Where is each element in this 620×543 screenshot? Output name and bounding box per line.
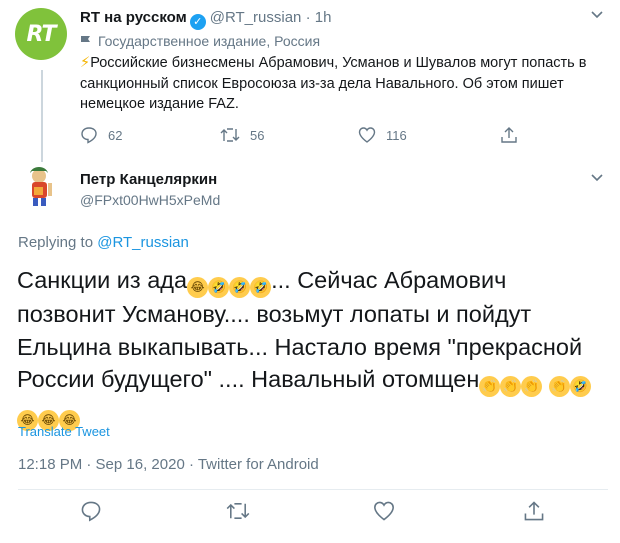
rofl-emoji-icon: 🤣 bbox=[250, 277, 272, 298]
tweet-actions: 62 56 116 bbox=[80, 126, 520, 146]
state-media-label[interactable]: Государственное издание, Россия bbox=[80, 31, 320, 51]
share-icon bbox=[501, 127, 517, 143]
chevron-down-icon[interactable] bbox=[590, 8, 604, 22]
clapping-emoji-icon: 👏 bbox=[548, 376, 570, 397]
reply-icon bbox=[81, 501, 101, 522]
reply-actions bbox=[18, 500, 578, 530]
like-button[interactable] bbox=[373, 500, 395, 522]
replying-to: Replying to @RT_russian bbox=[18, 234, 189, 251]
retweet-count: 56 bbox=[250, 127, 265, 143]
divider bbox=[18, 489, 608, 490]
rt-avatar-logo: RT bbox=[26, 21, 57, 47]
share-button[interactable] bbox=[523, 500, 545, 522]
author-name[interactable]: RT на русском bbox=[80, 9, 187, 26]
chevron-down-icon[interactable] bbox=[590, 171, 604, 185]
retweet-icon bbox=[220, 128, 240, 142]
tweet-timestamp[interactable]: 12:18 PM · Sep 16, 2020 · Twitter for An… bbox=[18, 456, 319, 473]
rofl-emoji-icon: 🤣 bbox=[229, 277, 251, 298]
reply-button[interactable]: 62 bbox=[80, 126, 122, 144]
state-media-text: Государственное издание, Россия bbox=[98, 33, 321, 49]
reply-count: 62 bbox=[108, 127, 123, 143]
tweet-time[interactable]: · 1h bbox=[306, 9, 332, 26]
reply-icon bbox=[81, 127, 97, 144]
rofl-emoji-icon: 🤣 bbox=[569, 376, 591, 397]
rofl-emoji-icon: 🤣 bbox=[208, 277, 230, 298]
share-button[interactable] bbox=[500, 126, 518, 144]
translate-tweet-link[interactable]: Translate Tweet bbox=[18, 424, 110, 439]
retweet-button[interactable] bbox=[226, 500, 250, 522]
reply-text: Санкции из ада 😂 🤣 🤣 🤣... Сейчас Абрамович п… bbox=[17, 264, 607, 431]
like-button[interactable]: 116 bbox=[358, 126, 407, 144]
clapping-emoji-icon: 👏 bbox=[479, 376, 501, 397]
author-handle[interactable]: @RT_russian bbox=[210, 9, 302, 26]
verified-icon: ✓ bbox=[189, 14, 206, 30]
crying-laughing-emoji-icon: 😂 bbox=[187, 277, 209, 298]
clapping-emoji-icon: 👏 bbox=[500, 376, 522, 397]
retweet-button[interactable]: 56 bbox=[220, 126, 264, 144]
tweet-header: RT на русском ✓ @RT_russian · 1h bbox=[80, 8, 331, 30]
reply-author-name[interactable]: Петр Канцеляркин bbox=[80, 171, 217, 188]
replying-to-link[interactable]: @RT_russian bbox=[97, 234, 189, 251]
heart-icon bbox=[374, 501, 394, 521]
retweet-icon bbox=[226, 503, 250, 519]
reply-author-handle[interactable]: @FPxt00HwH5xPeMd bbox=[80, 192, 220, 208]
clapping-emoji-icon: 👏 bbox=[521, 376, 543, 397]
avatar[interactable] bbox=[18, 163, 64, 209]
rt-avatar[interactable]: RT bbox=[15, 8, 67, 60]
tweet-text: ⚡Российские бизнесмены Абрамович, Усмано… bbox=[80, 55, 587, 112]
lightning-icon: ⚡ bbox=[80, 55, 91, 71]
flag-icon bbox=[80, 33, 92, 47]
share-icon bbox=[524, 501, 544, 521]
reply-button[interactable] bbox=[80, 500, 102, 522]
heart-icon bbox=[358, 127, 376, 143]
like-count: 116 bbox=[386, 127, 407, 143]
thread-connector bbox=[41, 70, 43, 162]
